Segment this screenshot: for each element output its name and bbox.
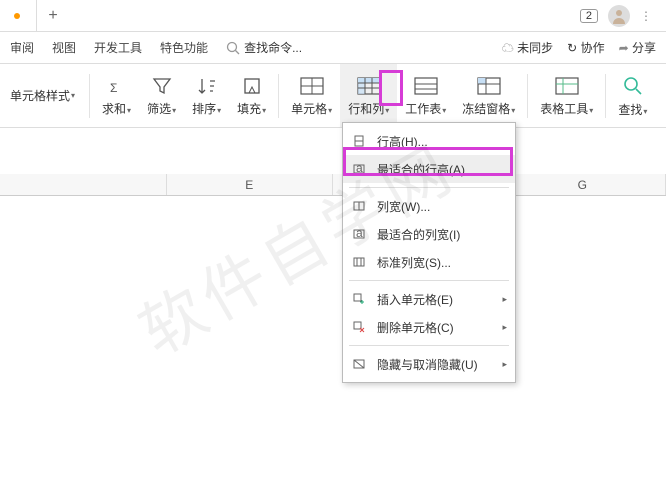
menu-label: 删除单元格(C) xyxy=(377,319,454,336)
menu-best-col-width[interactable]: a 最适合的列宽(I) xyxy=(343,220,515,248)
colwidth-icon xyxy=(351,198,367,214)
filter-button[interactable]: 筛选▾ xyxy=(139,64,184,127)
document-tabbar: + 2 ⋮ xyxy=(0,0,666,32)
rowcol-icon xyxy=(356,75,382,97)
menu-delete-cells[interactable]: 删除单元格(C) ▸ xyxy=(343,313,515,341)
highlight-best-row-height xyxy=(343,147,513,176)
collaborate-button[interactable]: ↻ 协作 xyxy=(567,39,604,56)
bestcolwidth-icon: a xyxy=(351,226,367,242)
stdcolwidth-icon xyxy=(351,254,367,270)
menu-label: 标准列宽(S)... xyxy=(377,254,451,271)
menu-review[interactable]: 审阅 xyxy=(10,39,34,56)
new-tab-button[interactable]: + xyxy=(37,7,69,25)
find-button[interactable]: 查找▾ xyxy=(610,64,655,127)
svg-text:Σ: Σ xyxy=(110,81,117,95)
blank-area xyxy=(0,128,666,174)
user-avatar[interactable] xyxy=(608,5,630,27)
sum-button[interactable]: Σ 求和▾ xyxy=(94,64,139,127)
separator xyxy=(605,74,606,118)
menu-col-width[interactable]: 列宽(W)... xyxy=(343,192,515,220)
cell-icon xyxy=(299,75,325,97)
find-icon xyxy=(621,74,645,98)
insertcells-icon xyxy=(351,291,367,307)
svg-text:a: a xyxy=(356,227,363,240)
menu-left: 审阅 视图 开发工具 特色功能 查找命令... xyxy=(10,39,302,56)
menu-label: 列宽(W)... xyxy=(377,198,430,215)
highlight-dropdown-caret xyxy=(379,70,403,106)
tabbar-right: 2 ⋮ xyxy=(580,5,662,27)
menu-separator xyxy=(349,345,509,346)
command-search[interactable]: 查找命令... xyxy=(226,39,302,56)
separator xyxy=(89,74,90,118)
menu-label: 最适合的列宽(I) xyxy=(377,226,460,243)
coop-icon: ↻ xyxy=(567,41,577,55)
submenu-arrow-icon: ▸ xyxy=(502,359,507,370)
column-headers: E G xyxy=(0,174,666,196)
submenu-arrow-icon: ▸ xyxy=(502,294,507,305)
ribbon: 单元格样式▾ Σ 求和▾ 筛选▾ 排序▾ 填充▾ 单元格▾ 行和列▾ 工作表▾ … xyxy=(0,64,666,128)
col-header[interactable] xyxy=(0,174,167,195)
sort-button[interactable]: 排序▾ xyxy=(184,64,229,127)
more-icon[interactable]: ⋮ xyxy=(640,9,652,23)
tabbar-left: + xyxy=(4,0,69,31)
share-button[interactable]: ➦ 分享 xyxy=(619,39,656,56)
worksheet-icon xyxy=(413,75,439,97)
hide-icon xyxy=(351,356,367,372)
tabletools-icon xyxy=(554,75,580,97)
worksheet-button[interactable]: 工作表▾ xyxy=(397,64,454,127)
filter-icon xyxy=(151,75,173,97)
cloud-icon: ☁ xyxy=(502,41,514,55)
menu-separator xyxy=(349,280,509,281)
separator xyxy=(527,74,528,118)
separator xyxy=(278,74,279,118)
menu-std-col-width[interactable]: 标准列宽(S)... xyxy=(343,248,515,276)
active-tab[interactable] xyxy=(4,0,37,31)
menu-label: 隐藏与取消隐藏(U) xyxy=(377,356,478,373)
fill-icon xyxy=(241,75,263,97)
menu-insert-cells[interactable]: 插入单元格(E) ▸ xyxy=(343,285,515,313)
col-header[interactable]: E xyxy=(167,174,334,195)
modified-dot-icon xyxy=(14,13,20,19)
menu-label: 插入单元格(E) xyxy=(377,291,453,308)
menu-separator xyxy=(349,187,509,188)
page-badge[interactable]: 2 xyxy=(580,9,598,23)
tabletools-button[interactable]: 表格工具▾ xyxy=(532,64,601,127)
search-icon xyxy=(226,41,240,55)
menu-devtools[interactable]: 开发工具 xyxy=(94,39,142,56)
cell-button[interactable]: 单元格▾ xyxy=(283,64,340,127)
menu-special[interactable]: 特色功能 xyxy=(160,39,208,56)
menu-view[interactable]: 视图 xyxy=(52,39,76,56)
freeze-button[interactable]: 冻结窗格▾ xyxy=(454,64,523,127)
sort-icon xyxy=(196,75,218,97)
sync-status[interactable]: ☁ 未同步 xyxy=(502,39,553,56)
menu-hide-unhide[interactable]: 隐藏与取消隐藏(U) ▸ xyxy=(343,350,515,378)
search-placeholder: 查找命令... xyxy=(244,39,302,56)
submenu-arrow-icon: ▸ xyxy=(502,322,507,333)
freeze-icon xyxy=(476,75,502,97)
fill-button[interactable]: 填充▾ xyxy=(229,64,274,127)
share-icon: ➦ xyxy=(619,41,629,55)
sum-icon: Σ xyxy=(106,75,128,97)
deletecells-icon xyxy=(351,319,367,335)
col-header[interactable]: G xyxy=(500,174,666,195)
menu-right: ☁ 未同步 ↻ 协作 ➦ 分享 xyxy=(502,39,656,56)
menubar: 审阅 视图 开发工具 特色功能 查找命令... ☁ 未同步 ↻ 协作 ➦ 分享 xyxy=(0,32,666,64)
cell-style-button[interactable]: 单元格样式▾ xyxy=(0,64,85,127)
